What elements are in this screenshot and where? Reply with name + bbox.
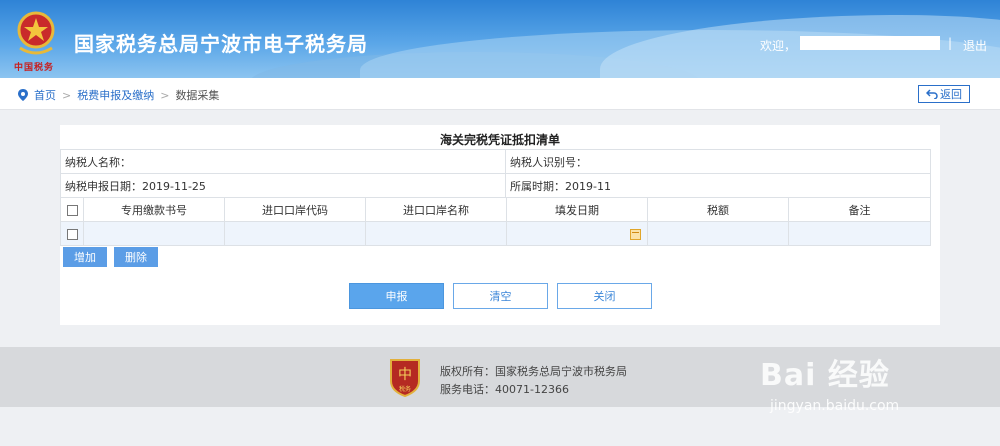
issue-date-cell[interactable] <box>506 221 648 246</box>
breadcrumb-current: 数据采集 <box>175 89 220 102</box>
taxpayer-info-table: 纳税人名称： 纳税人识别号： 纳税申报日期：2019-11-25 所属时期：20… <box>60 149 931 198</box>
breadcrumb-home[interactable]: 首页 <box>34 87 56 103</box>
table-row <box>60 221 931 246</box>
emblem-caption: 中国税务 <box>14 63 55 73</box>
watermark-text: Bai 经验 <box>760 358 890 393</box>
port-name-cell[interactable] <box>365 221 507 246</box>
table-header-row: 专用缴款书号 进口口岸代码 进口口岸名称 填发日期 税额 备注 <box>60 197 931 222</box>
welcome-text: 欢迎， <box>760 39 797 53</box>
row-checkbox[interactable] <box>66 228 78 240</box>
header-separator: | <box>948 36 953 50</box>
site-title: 国家税务总局宁波市电子税务局 <box>74 32 368 56</box>
breadcrumb-tax-declaration[interactable]: 税费申报及缴纳 <box>77 87 154 103</box>
logout-link[interactable]: 退出 <box>963 37 987 54</box>
delete-row-button[interactable]: 删除 <box>114 247 158 267</box>
taxpayer-id-field: 纳税人识别号： <box>505 149 931 174</box>
close-button[interactable]: 关闭 <box>557 283 652 309</box>
tax-shield-logo-icon: 中 税务 <box>390 359 420 397</box>
column-header: 进口口岸名称 <box>365 197 507 222</box>
column-header: 专用缴款书号 <box>83 197 225 222</box>
voucher-table: 专用缴款书号 进口口岸代码 进口口岸名称 填发日期 税额 备注 <box>60 197 931 246</box>
tax-emblem-icon <box>17 11 55 55</box>
column-header: 填发日期 <box>506 197 648 222</box>
watermark-url: jingyan.baidu.com <box>770 398 900 414</box>
return-arrow-icon <box>926 89 938 99</box>
footer-logo-text: 税务 <box>399 385 411 393</box>
voucher-number-cell[interactable] <box>83 221 225 246</box>
breadcrumb-bar: 首页 > 税费申报及缴纳 > 数据采集 <box>0 78 1000 110</box>
breadcrumb-arrow: > <box>62 88 72 102</box>
port-code-cell[interactable] <box>224 221 366 246</box>
select-all-checkbox[interactable] <box>66 204 78 216</box>
submit-button[interactable]: 申报 <box>349 283 444 309</box>
svg-text:中: 中 <box>398 367 412 383</box>
column-header: 税额 <box>647 197 789 222</box>
taxpayer-name-field: 纳税人名称： <box>60 149 506 174</box>
service-phone-text: 服务电话：40071-12366 <box>440 383 569 396</box>
breadcrumb-arrow: > <box>160 88 170 102</box>
tax-amount-cell[interactable] <box>647 221 789 246</box>
declare-date-field: 纳税申报日期：2019-11-25 <box>60 173 506 198</box>
site-header: 中国税务 国家税务总局宁波市电子税务局 欢迎， | 退出 <box>0 0 1000 78</box>
form-title: 海关完税凭证抵扣清单 <box>439 133 560 147</box>
back-button[interactable]: 返回 <box>918 85 970 103</box>
period-field: 所属时期：2019-11 <box>505 173 931 198</box>
calendar-icon[interactable] <box>630 228 641 240</box>
back-button-label: 返回 <box>940 88 962 101</box>
location-pin-icon <box>18 89 28 101</box>
add-row-button[interactable]: 增加 <box>63 247 107 267</box>
breadcrumb: 首页 > 税费申报及缴纳 > 数据采集 <box>18 87 219 103</box>
column-header: 进口口岸代码 <box>224 197 366 222</box>
column-header: 备注 <box>788 197 931 222</box>
copyright-text: 版权所有：国家税务总局宁波市税务局 <box>440 365 627 378</box>
remark-cell[interactable] <box>788 221 931 246</box>
username-redacted <box>800 36 940 50</box>
clear-button[interactable]: 清空 <box>453 283 548 309</box>
